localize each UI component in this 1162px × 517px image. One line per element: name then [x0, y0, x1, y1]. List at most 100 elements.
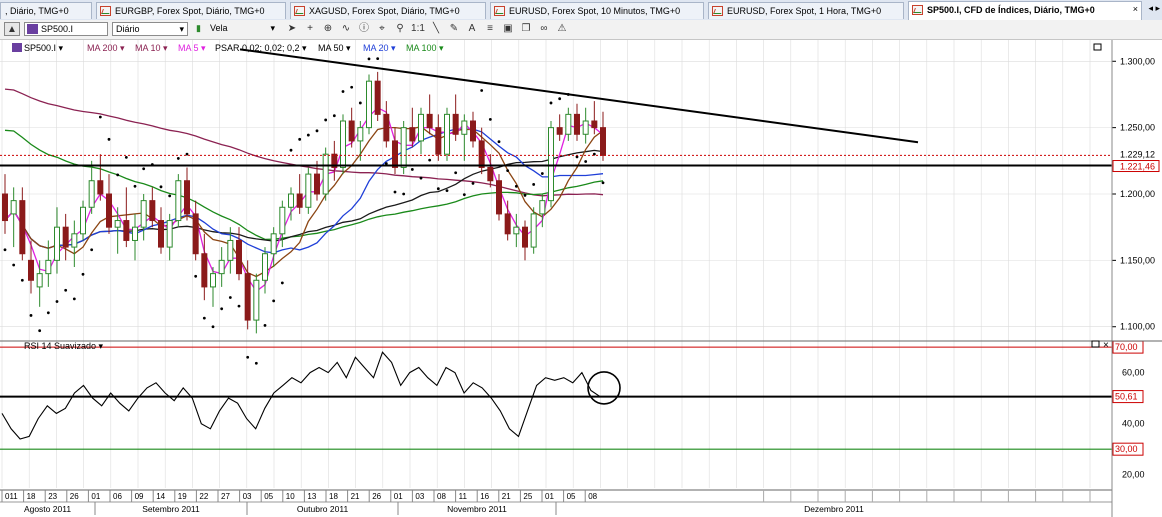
candle-down[interactable]	[487, 166, 494, 182]
line-icon[interactable]: ╲	[428, 22, 444, 36]
candle-up[interactable]	[539, 200, 546, 215]
cursor-list-icon[interactable]: ⌖	[374, 22, 390, 36]
symbol-input[interactable]: SP500.I	[24, 22, 108, 36]
candle-up[interactable]	[340, 120, 346, 168]
tab-xagusd-daily[interactable]: XAGUSD, Forex Spot, Diário, TMG+0	[290, 2, 486, 19]
candle-down[interactable]	[591, 120, 598, 129]
candle-up[interactable]	[80, 206, 86, 235]
tab-prev-chart[interactable]: , Diário, TMG+0	[0, 2, 92, 19]
legend-ma20[interactable]: MA 20 ▾	[363, 43, 396, 53]
candle-up[interactable]	[461, 120, 468, 135]
candle-up[interactable]	[444, 113, 450, 155]
link-icon[interactable]: ∞	[536, 22, 552, 36]
candle-down[interactable]	[574, 113, 580, 135]
indicator-icon[interactable]: ∿	[338, 22, 354, 36]
candle-up[interactable]	[270, 233, 277, 255]
candle-up[interactable]	[322, 153, 329, 195]
candle-up[interactable]	[71, 233, 78, 248]
fib-icon[interactable]: ≡	[482, 22, 498, 36]
candle-up[interactable]	[227, 239, 234, 261]
candle-up[interactable]	[10, 200, 17, 215]
candle-up[interactable]	[45, 259, 52, 275]
alert-icon[interactable]: ⚠	[554, 22, 570, 36]
legend-ma50[interactable]: MA 50 ▾	[318, 43, 351, 53]
collapse-icon[interactable]: ▲	[4, 22, 20, 36]
candle-down[interactable]	[600, 127, 606, 156]
candle-up[interactable]	[565, 113, 572, 135]
candle-up[interactable]	[400, 127, 407, 168]
candle-down[interactable]	[244, 273, 251, 321]
legend-ma100[interactable]: MA 100 ▾	[406, 43, 444, 53]
candle-up[interactable]	[253, 279, 260, 321]
close-icon[interactable]: ×	[1133, 4, 1138, 14]
legend-ma10[interactable]: MA 10 ▾	[135, 43, 168, 53]
text-icon[interactable]: A	[464, 22, 480, 36]
candle-up[interactable]	[140, 200, 147, 228]
candle-up[interactable]	[166, 220, 173, 248]
tab-eurgbp-daily[interactable]: EURGBP, Forex Spot, Diário, TMG+0	[96, 2, 286, 19]
candle-up[interactable]	[114, 220, 121, 228]
candle-up[interactable]	[582, 120, 589, 135]
candle-down[interactable]	[123, 220, 130, 241]
candle-down[interactable]	[296, 193, 303, 208]
cursor-icon[interactable]: ➤	[284, 22, 300, 36]
tab-sp500-daily[interactable]: SP500.I, CFD de Índices, Diário, TMG+0 ×	[908, 1, 1142, 20]
candle-up[interactable]	[36, 273, 43, 288]
candle-down[interactable]	[149, 200, 156, 222]
candle-up[interactable]	[366, 80, 372, 129]
candle-up[interactable]	[548, 127, 554, 202]
candle-down[interactable]	[158, 220, 164, 248]
candle-down[interactable]	[496, 180, 502, 215]
candle-down[interactable]	[19, 200, 26, 255]
candle-up[interactable]	[279, 206, 286, 235]
candle-down[interactable]	[2, 193, 8, 222]
zoom-icon[interactable]: ⊕	[320, 22, 336, 36]
rsi-title[interactable]: RSI 14 Suavizado ▾	[24, 341, 104, 351]
candle-up[interactable]	[132, 226, 138, 241]
info-icon[interactable]: ⓘ	[356, 22, 372, 36]
candle-down[interactable]	[374, 80, 381, 115]
chart-type-select[interactable]: ▮ Vela ▾	[194, 22, 278, 36]
candle-up[interactable]	[175, 180, 182, 222]
candle-down[interactable]	[409, 127, 416, 142]
legend-symbol[interactable]: SP500.I ▾	[24, 43, 64, 53]
candle-up[interactable]	[288, 193, 294, 208]
maximize-icon[interactable]	[1091, 340, 1100, 348]
save-icon[interactable]: ▣	[500, 22, 516, 36]
candle-down[interactable]	[184, 180, 190, 215]
one-to-one-icon[interactable]: 1:1	[410, 22, 426, 36]
rsi-annotation-circle[interactable]	[587, 371, 621, 405]
candle-down[interactable]	[435, 127, 442, 155]
candle-up[interactable]	[54, 226, 60, 261]
candle-down[interactable]	[392, 140, 398, 168]
close-icon[interactable]: ×	[1103, 340, 1109, 351]
candle-down[interactable]	[556, 127, 563, 135]
tab-eurusd-10min[interactable]: EURUSD, Forex Spot, 10 Minutos, TMG+0	[490, 2, 704, 19]
legend-ma200[interactable]: MA 200 ▾	[87, 43, 125, 53]
candle-up[interactable]	[357, 127, 364, 142]
pen-icon[interactable]: ✎	[446, 22, 462, 36]
candle-down[interactable]	[426, 113, 433, 129]
candle-down[interactable]	[236, 239, 242, 275]
tab-scroll-arrows[interactable]: ◂ ▸	[1148, 3, 1160, 14]
legend-psar[interactable]: PSAR 0,02; 0,02; 0,2 ▾	[215, 43, 307, 53]
candle-down[interactable]	[470, 120, 476, 142]
candle-down[interactable]	[97, 180, 104, 195]
candle-down[interactable]	[201, 253, 208, 288]
candle-up[interactable]	[513, 226, 520, 235]
candle-down[interactable]	[192, 213, 199, 255]
candle-up[interactable]	[262, 253, 268, 281]
zoom-in-icon[interactable]: ⚲	[392, 22, 408, 36]
candle-down[interactable]	[522, 226, 528, 248]
legend-ma5[interactable]: MA 5 ▾	[178, 43, 206, 53]
candle-down[interactable]	[452, 113, 459, 135]
candle-down[interactable]	[28, 259, 34, 281]
candle-down[interactable]	[478, 140, 485, 168]
candle-up[interactable]	[418, 113, 424, 142]
price-chart[interactable]: 1.300,00 1.250,00 1.200,00 1.150,00 1.100,00…	[0, 40, 1162, 517]
candle-up[interactable]	[305, 173, 312, 208]
candle-down[interactable]	[504, 213, 511, 235]
maximize-icon[interactable]	[1093, 43, 1102, 51]
crosshair-icon[interactable]: +	[302, 22, 318, 36]
tab-eurusd-1h[interactable]: EURUSD, Forex Spot, 1 Hora, TMG+0	[708, 2, 904, 19]
